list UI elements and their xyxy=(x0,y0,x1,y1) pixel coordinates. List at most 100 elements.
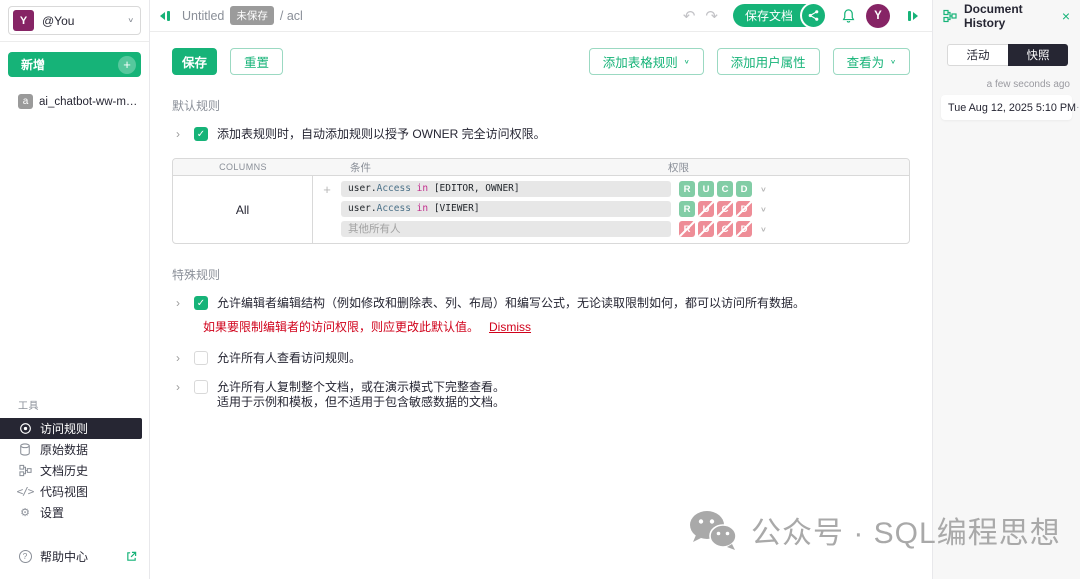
chevron-down-icon: ∨ xyxy=(890,58,896,65)
acl-rule-row: 其他所有人 R U C D ∨ xyxy=(313,221,901,237)
view-rules-checkbox[interactable] xyxy=(194,351,208,365)
acl-rule-row: + user.Access in [EDITOR, OWNER] R U C D… xyxy=(313,181,901,197)
reset-button[interactable]: 重置 xyxy=(230,48,283,75)
add-new-button[interactable]: 新增 + xyxy=(8,52,141,77)
document-name: ai_chatbot-ww-monthly-20... xyxy=(39,96,143,108)
special-rule-3-subtext: 适用于示例和模板，但不适用于包含敏感数据的文档。 xyxy=(217,395,505,409)
external-link-icon xyxy=(126,551,137,562)
chevron-down-icon[interactable]: ∨ xyxy=(760,205,767,213)
code-icon: </> xyxy=(18,485,32,498)
chevron-right-icon[interactable]: › xyxy=(176,127,190,141)
condition-input[interactable]: user.Access in [EDITOR, OWNER] xyxy=(341,181,671,197)
time-ago-label: a few seconds ago xyxy=(933,79,1070,90)
snapshot-time: Tue Aug 12, 2025 5:10 PM xyxy=(948,102,1076,114)
sidebar-item-settings[interactable]: ⚙ 设置 xyxy=(0,502,142,523)
undo-icon[interactable]: ↶ xyxy=(683,7,696,25)
permission-header: 权限 xyxy=(668,160,689,175)
sidebar-item-document[interactable]: a ai_chatbot-ww-monthly-20... xyxy=(18,94,143,109)
perm-delete-badge[interactable]: D xyxy=(736,221,752,237)
eye-icon xyxy=(18,422,32,435)
collapse-sidebar-icon[interactable] xyxy=(158,10,172,22)
user-avatar[interactable]: Y xyxy=(866,4,890,28)
sidebar-item-document-history[interactable]: 文档历史 xyxy=(0,460,142,481)
condition-input[interactable]: 其他所有人 xyxy=(341,221,671,237)
columns-header: COLUMNS xyxy=(173,162,313,172)
snapshot-item[interactable]: Tue Aug 12, 2025 5:10 PM ··· xyxy=(941,95,1072,120)
chevron-down-icon: ∨ xyxy=(684,58,690,65)
owner-rule-checkbox[interactable]: ✓ xyxy=(194,127,208,141)
close-icon[interactable]: × xyxy=(1062,10,1070,22)
perm-create-badge[interactable]: C xyxy=(717,221,733,237)
tab-snapshots[interactable]: 快照 xyxy=(1008,44,1068,66)
perm-create-badge[interactable]: C xyxy=(717,181,733,197)
more-options-icon[interactable]: ··· xyxy=(1076,102,1080,113)
share-icon[interactable] xyxy=(800,2,827,29)
bell-icon[interactable] xyxy=(841,8,856,24)
add-rule-icon[interactable]: + xyxy=(313,182,341,197)
add-user-attribute-button[interactable]: 添加用户属性 xyxy=(717,48,820,75)
document-icon: a xyxy=(18,94,33,109)
unsaved-badge: 未保存 xyxy=(230,6,274,25)
editor-structure-checkbox[interactable]: ✓ xyxy=(194,296,208,310)
special-rule-3-text: 允许所有人复制整个文档，或在演示模式下完整查看。 适用于示例和模板，但不适用于包… xyxy=(217,380,505,410)
chevron-right-icon[interactable]: › xyxy=(176,380,190,394)
doc-title[interactable]: Untitled xyxy=(182,9,224,23)
history-tree-icon xyxy=(18,464,32,477)
perm-update-badge[interactable]: U xyxy=(698,181,714,197)
tool-label: 访问规则 xyxy=(40,420,88,437)
chevron-down-icon[interactable]: ∨ xyxy=(760,225,767,233)
left-sidebar: Y @You ∨ 新增 + a ai_chatbot-ww-monthly-20… xyxy=(0,0,150,579)
perm-update-badge[interactable]: U xyxy=(698,201,714,217)
default-rules-title: 默认规则 xyxy=(172,97,932,114)
sidebar-item-raw-data[interactable]: 原始数据 xyxy=(0,439,142,460)
condition-input[interactable]: user.Access in [VIEWER] xyxy=(341,201,671,217)
account-switcher[interactable]: Y @You ∨ xyxy=(8,6,141,35)
app-window: Y @You ∨ 新增 + a ai_chatbot-ww-monthly-20… xyxy=(0,0,1080,579)
panel-header: Document History × xyxy=(933,0,1080,32)
sidebar-item-access-rules[interactable]: 访问规则 xyxy=(0,418,142,439)
center-column: Untitled 未保存 / acl ↶ ↷ 保存文档 Y 保存 xyxy=(150,0,932,579)
tool-label: 代码视图 xyxy=(40,483,88,500)
chevron-right-icon[interactable]: › xyxy=(176,296,190,310)
account-label: @You xyxy=(42,14,127,28)
copy-doc-checkbox[interactable] xyxy=(194,380,208,394)
tab-activity[interactable]: 活动 xyxy=(947,44,1008,66)
redo-icon[interactable]: ↷ xyxy=(705,7,718,25)
perm-update-badge[interactable]: U xyxy=(698,221,714,237)
view-as-button[interactable]: 查看为 ∨ xyxy=(833,48,910,75)
tool-label: 设置 xyxy=(40,504,64,521)
help-label: 帮助中心 xyxy=(40,548,126,565)
sidebar-item-help-center[interactable]: ? 帮助中心 xyxy=(0,545,149,567)
save-button[interactable]: 保存 xyxy=(172,48,217,75)
editor-warning: 如果要限制编辑者的访问权限，则应更改此默认值。 Dismiss xyxy=(203,318,910,335)
special-rule-2-text: 允许所有人查看访问规则。 xyxy=(217,351,361,366)
panel-title: Document History xyxy=(964,2,1062,30)
main-content: 保存 重置 添加表格规则 ∨ 添加用户属性 查看为 ∨ 默认规则 › ✓ 添加表… xyxy=(150,32,932,579)
database-icon xyxy=(18,443,32,456)
acl-rule-row: user.Access in [VIEWER] R U C D ∨ xyxy=(313,201,901,217)
perm-delete-badge[interactable]: D xyxy=(736,181,752,197)
special-rule-row-2: › 允许所有人查看访问规则。 xyxy=(176,351,910,366)
dismiss-link[interactable]: Dismiss xyxy=(489,320,531,334)
warning-text: 如果要限制编辑者的访问权限，则应更改此默认值。 xyxy=(203,320,479,334)
sidebar-item-code-view[interactable]: </> 代码视图 xyxy=(0,481,142,502)
owner-rule-row: › ✓ 添加表规则时，自动添加规则以授予 OWNER 完全访问权限。 xyxy=(176,127,910,142)
history-tabs: 活动 快照 xyxy=(947,44,1068,66)
chevron-down-icon[interactable]: ∨ xyxy=(760,185,767,193)
expand-panel-icon[interactable] xyxy=(906,10,920,22)
perm-read-badge[interactable]: R xyxy=(679,201,695,217)
chevron-right-icon[interactable]: › xyxy=(176,351,190,365)
perm-read-badge[interactable]: R xyxy=(679,221,695,237)
owner-rule-text: 添加表规则时，自动添加规则以授予 OWNER 完全访问权限。 xyxy=(217,127,546,142)
add-table-rules-button[interactable]: 添加表格规则 ∨ xyxy=(589,48,704,75)
perm-create-badge[interactable]: C xyxy=(717,201,733,217)
tool-label: 文档历史 xyxy=(40,462,88,479)
save-document-button[interactable]: 保存文档 xyxy=(733,4,819,27)
perm-read-badge[interactable]: R xyxy=(679,181,695,197)
help-icon: ? xyxy=(18,550,32,563)
document-history-panel: Document History × 活动 快照 a few seconds a… xyxy=(932,0,1080,579)
condition-header: 条件 xyxy=(350,160,371,175)
account-avatar: Y xyxy=(13,10,34,31)
special-rule-row-3: › 允许所有人复制整个文档，或在演示模式下完整查看。 适用于示例和模板，但不适用… xyxy=(176,380,910,410)
perm-delete-badge[interactable]: D xyxy=(736,201,752,217)
